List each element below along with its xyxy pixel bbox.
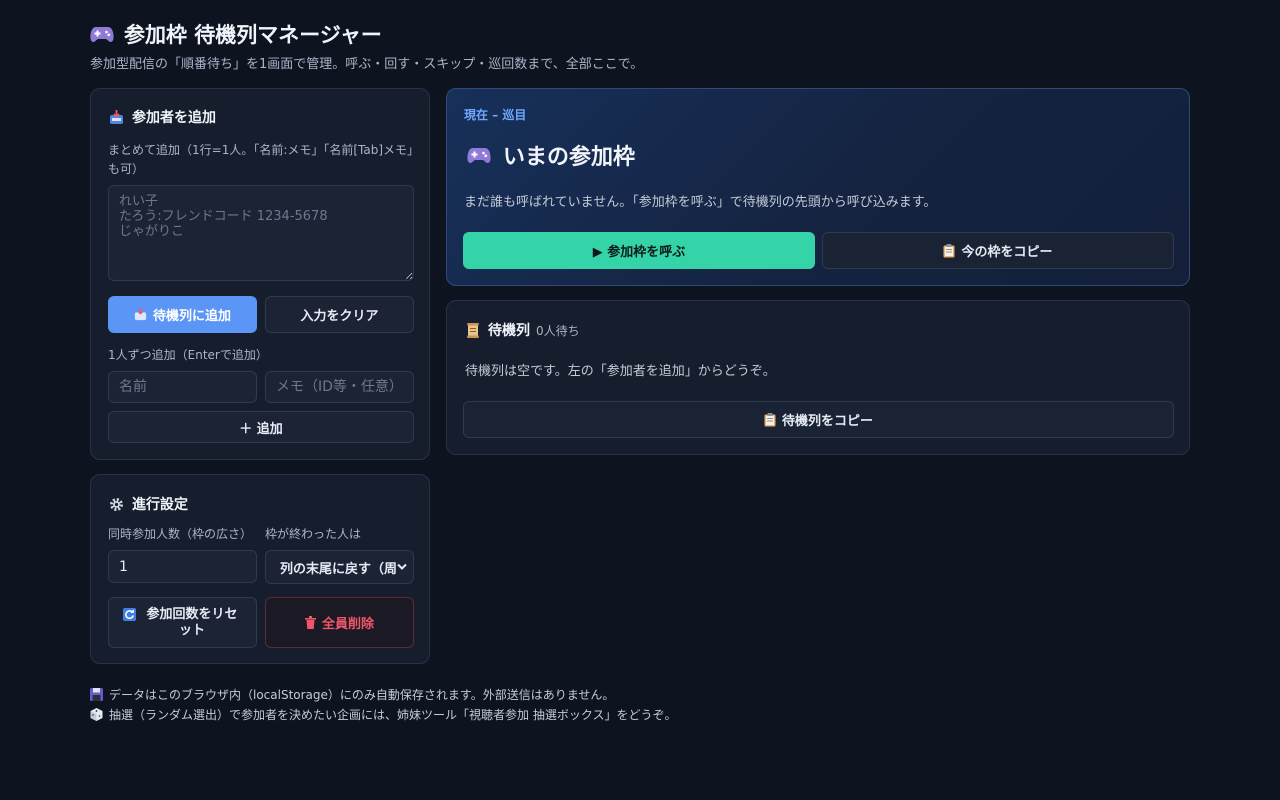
footer-note-lottery: 抽選（ランダム選出）で参加者を決めたい企画には、姉妹ツール「視聴者参加 抽選ボッ… <box>90 706 676 723</box>
inbox-tray-icon <box>109 109 124 125</box>
after-select-value: 列の末尾に戻す（周回） <box>280 561 397 577</box>
current-slot-empty-message: まだ誰も呼ばれていません。「参加枠を呼ぶ」で待機列の先頭から呼び込みます。 <box>464 195 937 210</box>
page-title: 参加枠 待機列マネージャー <box>124 23 382 47</box>
memo-input[interactable] <box>265 371 414 403</box>
copy-current-button[interactable]: 今の枠をコピー <box>822 232 1174 269</box>
copy-current-label: 今の枠をコピー <box>961 245 1053 260</box>
slots-number-input[interactable] <box>108 550 257 583</box>
inbox-tray-icon <box>134 308 147 321</box>
scroll-icon <box>466 322 480 338</box>
gamepad-icon <box>90 25 114 43</box>
gear-icon <box>109 497 124 512</box>
footer-note-storage: データはこのブラウザ内（localStorage）にのみ自動保存されます。外部送… <box>90 686 614 703</box>
footer-note-lottery-text: 抽選（ランダム選出）で参加者を決めたい企画には、姉妹ツール「視聴者参加 抽選ボッ… <box>109 708 677 722</box>
add-single-label: ＋ 追加 <box>239 421 283 437</box>
call-slot-button[interactable]: ▶ 参加枠を呼ぶ <box>463 232 815 269</box>
add-participants-card: 参加者を追加 まとめて追加（1行=1人。「名前:メモ」「名前[Tab]メモ」も可… <box>90 88 430 460</box>
name-input[interactable] <box>108 371 257 403</box>
bulk-add-textarea[interactable] <box>108 185 414 281</box>
queue-card-header: 待機列 0人待ち <box>466 320 580 340</box>
add-card-header: 参加者を追加 <box>109 107 216 127</box>
clipboard-icon <box>943 243 955 258</box>
gamepad-icon <box>467 146 491 164</box>
add-to-queue-button[interactable]: 待機列に追加 <box>108 296 257 333</box>
copy-queue-label: 待機列をコピー <box>781 414 873 429</box>
trash-icon <box>304 616 316 629</box>
round-status: 現在 – 巡目 <box>464 108 527 122</box>
queue-count-badge: 0人待ち <box>536 323 580 338</box>
queue-empty-message: 待機列は空です。左の「参加者を追加」からどうぞ。 <box>465 364 776 379</box>
after-label: 枠が終わった人は <box>265 527 362 541</box>
settings-card-title: 進行設定 <box>132 497 188 513</box>
header: 参加枠 待機列マネージャー 参加型配信の「順番待ち」を1画面で管理。呼ぶ・回す・… <box>90 18 1190 72</box>
add-single-button[interactable]: ＋ 追加 <box>108 411 414 443</box>
dice-icon <box>90 708 103 721</box>
bulk-add-label: まとめて追加（1行=1人。「名前:メモ」「名前[Tab]メモ」も可） <box>108 143 414 176</box>
single-add-label: 1人ずつ追加（Enterで追加） <box>108 348 268 362</box>
footer-note-storage-text: データはこのブラウザ内（localStorage）にのみ自動保存されます。外部送… <box>109 688 615 702</box>
clear-input-button[interactable]: 入力をクリア <box>265 296 414 333</box>
floppy-icon <box>90 688 103 701</box>
current-slot-title: いまの参加枠 <box>503 145 636 170</box>
queue-card: 待機列 0人待ち 待機列は空です。左の「参加者を追加」からどうぞ。 待機列をコピ… <box>446 300 1190 455</box>
refresh-icon <box>123 608 136 621</box>
settings-card: 進行設定 同時参加人数（枠の広さ） 枠が終わった人は 列の末尾に戻す（周回） 参… <box>90 474 430 664</box>
delete-all-button[interactable]: 全員削除 <box>265 597 414 648</box>
copy-queue-button[interactable]: 待機列をコピー <box>463 401 1174 438</box>
after-select[interactable]: 列の末尾に戻す（周回） <box>265 550 414 584</box>
reset-count-label: 参加回数をリセット <box>146 606 238 638</box>
settings-card-header: 進行設定 <box>109 494 188 514</box>
current-slot-header: いまの参加枠 <box>467 139 635 171</box>
clipboard-icon <box>764 412 776 427</box>
clear-input-label: 入力をクリア <box>300 309 379 324</box>
slots-label: 同時参加人数（枠の広さ） <box>108 527 253 541</box>
current-slot-card: 現在 – 巡目 いまの参加枠 まだ誰も呼ばれていません。「参加枠を呼ぶ」で待機列… <box>446 88 1190 286</box>
reset-count-button[interactable]: 参加回数をリセット <box>108 597 257 648</box>
chevron-down-icon <box>397 563 407 571</box>
add-to-queue-label: 待機列に追加 <box>152 309 231 324</box>
call-slot-label: ▶ 参加枠を呼ぶ <box>592 245 686 260</box>
queue-card-title: 待機列 <box>488 323 530 339</box>
delete-all-label: 全員削除 <box>321 617 374 632</box>
page-subtitle: 参加型配信の「順番待ち」を1画面で管理。呼ぶ・回す・スキップ・巡回数まで、全部こ… <box>90 57 644 72</box>
add-card-title: 参加者を追加 <box>132 110 216 126</box>
